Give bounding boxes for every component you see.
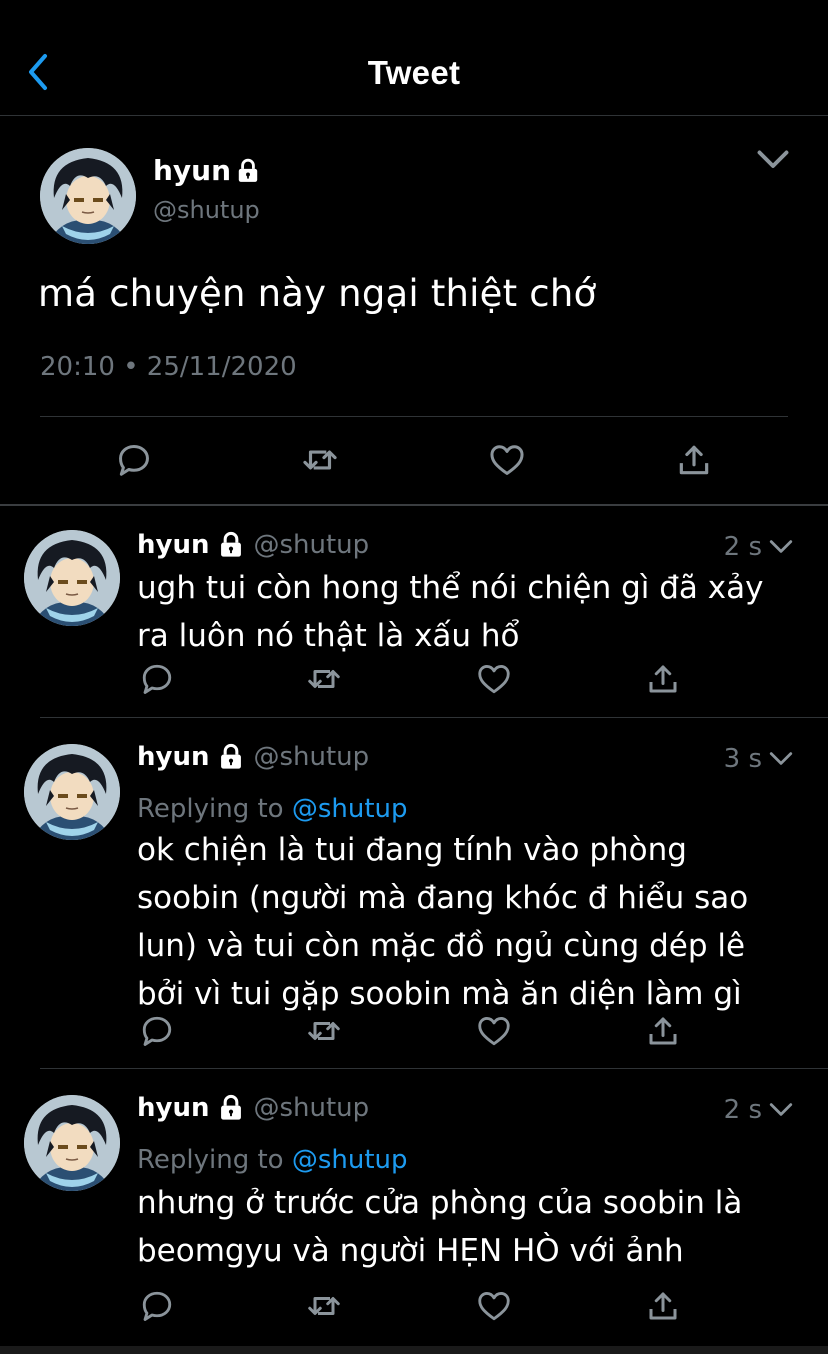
retweet-button[interactable] [304, 1286, 344, 1326]
heart-icon [488, 441, 526, 479]
top-bar: Tweet [0, 0, 828, 116]
reply-header: hyun @shutup [137, 742, 369, 772]
lock-icon [217, 1094, 245, 1122]
avatar[interactable] [24, 1095, 120, 1191]
replying-to: Replying to @shutup [137, 794, 408, 824]
tweet-text: má chuyện này ngại thiệt chớ [38, 272, 597, 315]
retweet-icon [306, 661, 342, 697]
avatar[interactable] [24, 744, 120, 840]
lock-icon [235, 158, 261, 184]
heart-icon [476, 1013, 512, 1049]
author-name[interactable]: hyun [153, 154, 261, 187]
time-text: 2 s [723, 532, 762, 562]
heart-icon [476, 661, 512, 697]
retweet-icon [306, 1013, 342, 1049]
author-name-text: hyun [153, 154, 232, 187]
author-handle[interactable]: @shutup [253, 742, 369, 772]
page-title: Tweet [367, 54, 461, 91]
like-button[interactable] [487, 440, 527, 480]
share-icon [645, 1013, 681, 1049]
reply-time: 3 s [724, 744, 794, 774]
like-button[interactable] [474, 1286, 514, 1326]
reply-text: ok chiện là tui đang tính vào phòng soob… [137, 832, 749, 1012]
share-button[interactable] [643, 1286, 683, 1326]
share-icon [675, 441, 713, 479]
share-button[interactable] [643, 1011, 683, 1051]
reply-button[interactable] [114, 440, 154, 480]
reply-text: ugh tui còn hong thể nói chiện gì đã xảy… [137, 570, 764, 654]
author-name[interactable]: hyun [137, 742, 209, 772]
tweet-timestamp[interactable]: 20:10 • 25/11/2020 [40, 352, 297, 382]
share-icon [645, 661, 681, 697]
more-options-button[interactable] [755, 148, 795, 178]
like-button[interactable] [474, 1011, 514, 1051]
reply-header: hyun @shutup [137, 1093, 369, 1123]
reply-button[interactable] [137, 659, 177, 699]
lock-icon [217, 743, 245, 771]
replying-to: Replying to @shutup [137, 1145, 408, 1175]
reply-button[interactable] [137, 1286, 177, 1326]
chevron-down-icon [755, 148, 791, 172]
reply-icon [139, 1288, 175, 1324]
reply-icon [139, 661, 175, 697]
retweet-button[interactable] [304, 659, 344, 699]
replying-label: Replying to [137, 1145, 292, 1175]
reply-icon [139, 1013, 175, 1049]
chevron-down-icon[interactable] [768, 1101, 794, 1119]
replying-label: Replying to [137, 794, 292, 824]
reply-header: hyun @shutup [137, 530, 369, 560]
divider [40, 416, 788, 417]
main-tweet: hyun @shutup má chuyện này ngại thiệt ch… [0, 116, 828, 506]
reply-tweet[interactable]: hyun @shutup 2 s Replying to @shutup như… [0, 1069, 828, 1346]
retweet-icon [301, 441, 339, 479]
author-handle[interactable]: @shutup [253, 1093, 369, 1123]
mention-link[interactable]: @shutup [292, 794, 408, 824]
author-name[interactable]: hyun [137, 530, 209, 560]
retweet-button[interactable] [300, 440, 340, 480]
time-text: 2 s [723, 1095, 762, 1125]
author-handle[interactable]: @shutup [253, 530, 369, 560]
share-button[interactable] [674, 440, 714, 480]
retweet-button[interactable] [304, 1011, 344, 1051]
reply-time: 2 s [724, 532, 794, 562]
share-button[interactable] [643, 659, 683, 699]
reply-icon [115, 441, 153, 479]
author-handle[interactable]: @shutup [153, 196, 260, 224]
avatar[interactable] [40, 148, 136, 244]
heart-icon [476, 1288, 512, 1324]
like-button[interactable] [474, 659, 514, 699]
mention-link[interactable]: @shutup [292, 1145, 408, 1175]
chevron-down-icon[interactable] [768, 538, 794, 556]
lock-icon [217, 531, 245, 559]
reply-text: nhưng ở trước cửa phòng của soobin là be… [137, 1185, 743, 1269]
author-name[interactable]: hyun [137, 1093, 209, 1123]
chevron-down-icon[interactable] [768, 750, 794, 768]
time-text: 3 s [723, 744, 762, 774]
reply-time: 2 s [724, 1095, 794, 1125]
bottom-edge [0, 1346, 828, 1354]
reply-tweet[interactable]: hyun @shutup 2 s ugh tui còn hong thể nó… [0, 506, 828, 718]
retweet-icon [306, 1288, 342, 1324]
avatar[interactable] [24, 530, 120, 626]
reply-tweet[interactable]: hyun @shutup 3 s Replying to @shutup ok … [0, 718, 828, 1069]
share-icon [645, 1288, 681, 1324]
reply-button[interactable] [137, 1011, 177, 1051]
